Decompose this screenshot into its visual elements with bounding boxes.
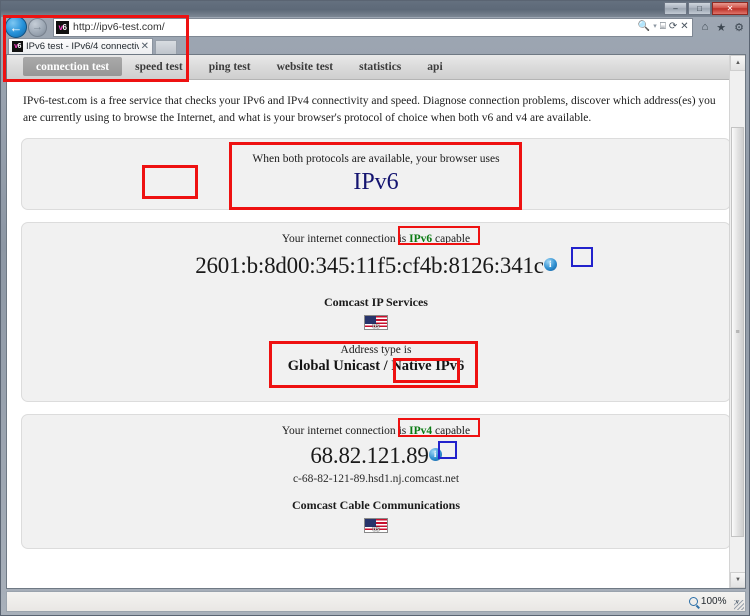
ipv4-address-row: 68.82.121.89 i <box>22 443 730 469</box>
site-tab-website-test[interactable]: website test <box>264 55 347 79</box>
annotation-box-ipv6-capable <box>398 226 480 246</box>
ipv4-panel: Your internet connection is IPv4 capable… <box>21 414 731 550</box>
navigation-bar: ← → v6 http://ipv6-test.com/ 🔍 ▾ ⌸ ⟳ ✕ ⌂… <box>1 16 750 38</box>
annotation-box-ipv6-info-icon <box>571 247 593 268</box>
annotation-box-ipv4-info-icon <box>438 441 457 460</box>
title-bar: – □ ✕ <box>1 1 750 17</box>
site-tab-connection-test[interactable]: connection test <box>23 57 123 76</box>
search-icon[interactable]: 🔍 <box>638 21 650 32</box>
ipv6-panel: Your internet connection is IPv6 capable… <box>21 222 731 403</box>
ipv4-address: 68.82.121.89 <box>310 443 429 469</box>
site-tab-statistics[interactable]: statistics <box>346 55 414 79</box>
annotation-box-preferred-protocol <box>142 165 198 200</box>
tab-favicon-letter-6: 6 <box>17 43 22 50</box>
settings-gear-icon[interactable]: ⚙ <box>734 21 744 34</box>
forward-button[interactable]: → <box>28 17 47 37</box>
home-icon[interactable]: ⌂ <box>702 21 709 33</box>
site-tab-ping-test[interactable]: ping test <box>196 55 264 79</box>
page-viewport: connection test speed test ping test web… <box>6 54 746 589</box>
ipv4-status-prefix: Your internet connection <box>281 425 399 438</box>
tab-favicon-icon: v6 <box>12 41 23 52</box>
annotation-box-native-ipv6 <box>393 358 460 384</box>
browser-window: – □ ✕ ← → v6 http://ipv6-test.com/ 🔍 ▾ ⌸… <box>0 0 750 616</box>
tab-strip: v6 IPv6 test - IPv6/4 connectivi... ✕ <box>1 37 750 54</box>
site-tab-speed-test[interactable]: speed test <box>122 55 196 79</box>
close-button[interactable]: ✕ <box>712 2 748 15</box>
annotation-box-ipv4-capable <box>398 418 480 438</box>
ipv4-status-line: Your internet connection is IPv4 capable <box>22 425 730 437</box>
zoom-magnifier-icon <box>688 597 698 606</box>
refresh-icon[interactable]: ⟳ <box>669 21 677 32</box>
ipv6-address-row: 2601:b:8d00:345:11f5:cf4b:8126:341c i <box>22 253 730 279</box>
annotation-box-protocol-panel <box>229 142 522 211</box>
ipv6-status-prefix: Your internet connection <box>281 233 399 246</box>
ipv4-country-flag-row <box>22 516 730 534</box>
scroll-down-arrow-icon[interactable]: ▼ <box>730 572 745 588</box>
ipv6-status-line: Your internet connection is IPv6 capable <box>22 233 730 245</box>
favicon-letter-6: 6 <box>62 22 67 32</box>
ipv6-address: 2601:b:8d00:345:11f5:cf4b:8126:341c <box>195 253 544 279</box>
ipv6-isp-name: Comcast IP Services <box>324 295 428 310</box>
stop-icon[interactable]: ✕ <box>680 21 688 32</box>
site-navigation: connection test speed test ping test web… <box>7 55 745 80</box>
new-tab-button[interactable] <box>155 40 177 54</box>
protocol-preference-panel: When both protocols are available, your … <box>21 138 731 211</box>
tab-close-icon[interactable]: ✕ <box>141 41 149 52</box>
browser-tab[interactable]: v6 IPv6 test - IPv6/4 connectivi... ✕ <box>8 38 153 54</box>
scroll-up-arrow-icon[interactable]: ▲ <box>730 55 745 71</box>
zoom-level: 100% <box>700 596 727 607</box>
us-flag-icon <box>364 314 388 330</box>
zoom-control[interactable]: 100% ▾ <box>688 596 739 607</box>
favorites-icon[interactable]: ★ <box>716 21 726 34</box>
status-bar: 100% ▾ <box>6 591 746 612</box>
address-bar[interactable]: v6 http://ipv6-test.com/ 🔍 ▾ ⌸ ⟳ ✕ <box>53 17 693 37</box>
intro-paragraph: IPv6-test.com is a free service that che… <box>23 95 716 124</box>
vertical-scrollbar[interactable]: ▲ ≡ ▼ <box>729 55 745 588</box>
ipv4-isp-name: Comcast Cable Communications <box>292 498 460 513</box>
minimize-button[interactable]: – <box>664 2 687 15</box>
back-button[interactable]: ← <box>5 16 27 38</box>
page-body: IPv6-test.com is a free service that che… <box>7 80 745 588</box>
maximize-button[interactable]: □ <box>688 2 711 15</box>
chevron-down-icon[interactable]: ▾ <box>653 22 657 30</box>
site-tab-api[interactable]: api <box>414 55 455 79</box>
info-icon[interactable]: i <box>543 258 557 272</box>
window-controls: – □ ✕ <box>664 2 748 15</box>
site-favicon-icon: v6 <box>56 20 69 34</box>
tab-title: IPv6 test - IPv6/4 connectivi... <box>26 41 139 52</box>
ipv4-hostname: c-68-82-121-89.hsd1.nj.comcast.net <box>292 473 460 486</box>
address-bar-icons: 🔍 ▾ ⌸ ⟳ ✕ <box>638 21 689 32</box>
browser-toolbar-icons: ⌂ ★ ⚙ <box>693 21 750 34</box>
resize-grip[interactable] <box>734 600 744 610</box>
scrollbar-thumb[interactable]: ≡ <box>731 127 744 537</box>
ipv6-country-flag-row <box>22 313 730 331</box>
us-flag-icon <box>364 517 388 533</box>
compatibility-view-icon[interactable]: ⌸ <box>660 21 666 32</box>
url-text[interactable]: http://ipv6-test.com/ <box>73 21 165 33</box>
